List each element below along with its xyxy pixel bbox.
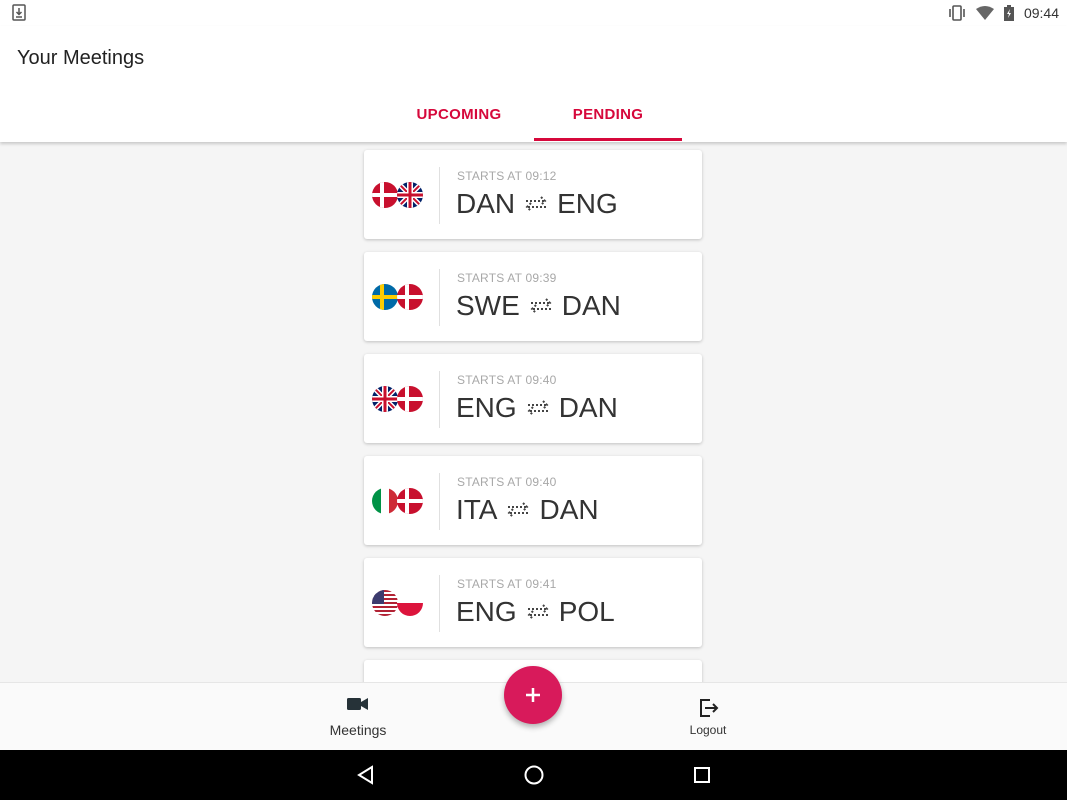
denmark-flag-icon bbox=[397, 488, 423, 514]
target-language: DAN bbox=[561, 290, 621, 321]
swap-arrows-icon bbox=[527, 400, 549, 416]
app-bar: Your Meetings UPCOMING PENDING bbox=[0, 26, 1067, 142]
united-kingdom-flag-icon bbox=[372, 386, 398, 412]
start-time: STARTS AT 09:40 bbox=[457, 373, 557, 387]
swap-arrows-icon bbox=[525, 196, 547, 212]
card-divider bbox=[439, 575, 440, 632]
denmark-flag-icon bbox=[397, 386, 423, 412]
page-title: Your Meetings bbox=[17, 47, 145, 69]
language-flags bbox=[372, 284, 426, 310]
tab-indicator bbox=[534, 138, 682, 141]
target-language: DAN bbox=[539, 494, 599, 525]
nav-logout-label: Logout bbox=[689, 723, 727, 737]
denmark-flag-icon bbox=[372, 182, 398, 208]
language-flags bbox=[372, 386, 426, 412]
recent-square-icon[interactable] bbox=[690, 763, 714, 787]
meeting-card[interactable]: STARTS AT 09:41 ENG POL bbox=[364, 558, 702, 647]
plus-icon bbox=[526, 688, 540, 702]
nav-meetings[interactable]: Meetings bbox=[318, 683, 398, 751]
card-divider bbox=[439, 473, 440, 530]
language-flags bbox=[372, 182, 426, 208]
wifi-icon bbox=[975, 6, 994, 20]
swap-arrows-icon bbox=[508, 502, 529, 518]
meeting-card[interactable]: STARTS AT 09:40 ENG DAN bbox=[364, 354, 702, 443]
tab-upcoming[interactable]: UPCOMING bbox=[385, 106, 533, 142]
united-kingdom-flag-icon bbox=[397, 182, 423, 208]
swap-arrows-icon bbox=[527, 604, 549, 620]
target-language: ENG bbox=[557, 188, 618, 219]
source-language: DAN bbox=[456, 188, 516, 219]
status-time: 09:44 bbox=[1023, 5, 1059, 21]
home-circle-icon[interactable] bbox=[522, 763, 546, 787]
card-divider bbox=[439, 269, 440, 326]
language-flags bbox=[372, 488, 426, 514]
nav-meetings-label: Meetings bbox=[329, 722, 387, 738]
language-pair: ENG DAN bbox=[456, 392, 618, 424]
target-language: DAN bbox=[558, 392, 618, 423]
united-states-flag-icon bbox=[372, 590, 398, 616]
card-divider bbox=[439, 167, 440, 224]
denmark-flag-icon bbox=[397, 284, 423, 310]
language-pair: ENG POL bbox=[456, 596, 615, 628]
sweden-flag-icon bbox=[372, 284, 398, 310]
language-pair: DAN ENG bbox=[456, 188, 618, 220]
video-camera-icon bbox=[347, 698, 368, 710]
start-time: STARTS AT 09:12 bbox=[457, 169, 557, 183]
tab-pending[interactable]: PENDING bbox=[534, 106, 682, 142]
source-language: SWE bbox=[456, 290, 520, 321]
nav-logout[interactable]: Logout bbox=[678, 683, 738, 751]
meeting-card[interactable]: STARTS AT 09:39 SWE DAN bbox=[364, 252, 702, 341]
italy-flag-icon bbox=[372, 488, 398, 514]
meeting-card[interactable]: STARTS AT 09:12 DAN ENG bbox=[364, 150, 702, 239]
meeting-list[interactable]: STARTS AT 09:12 DAN ENG STARTS AT 09:39 … bbox=[0, 142, 1067, 682]
start-time: STARTS AT 09:41 bbox=[457, 577, 557, 591]
battery-icon bbox=[1003, 5, 1014, 21]
target-language: POL bbox=[558, 596, 615, 627]
back-triangle-icon[interactable] bbox=[354, 763, 378, 787]
vibrate-icon bbox=[949, 5, 965, 21]
logout-icon bbox=[700, 699, 719, 717]
source-language: ENG bbox=[456, 596, 517, 627]
source-language: ITA bbox=[456, 494, 498, 525]
swap-arrows-icon bbox=[530, 298, 552, 314]
start-time: STARTS AT 09:40 bbox=[457, 475, 557, 489]
add-meeting-button[interactable] bbox=[504, 666, 562, 724]
source-language: ENG bbox=[456, 392, 517, 423]
download-notification-icon bbox=[12, 4, 26, 21]
card-divider bbox=[439, 371, 440, 428]
system-navigation-bar bbox=[0, 750, 1067, 800]
status-bar: 09:44 bbox=[0, 0, 1067, 26]
language-pair: ITA DAN bbox=[456, 494, 599, 526]
meeting-card[interactable]: STARTS AT 09:40 ITA DAN bbox=[364, 456, 702, 545]
poland-flag-icon bbox=[397, 590, 423, 616]
language-flags bbox=[372, 590, 426, 616]
language-pair: SWE DAN bbox=[456, 290, 621, 322]
start-time: STARTS AT 09:39 bbox=[457, 271, 557, 285]
